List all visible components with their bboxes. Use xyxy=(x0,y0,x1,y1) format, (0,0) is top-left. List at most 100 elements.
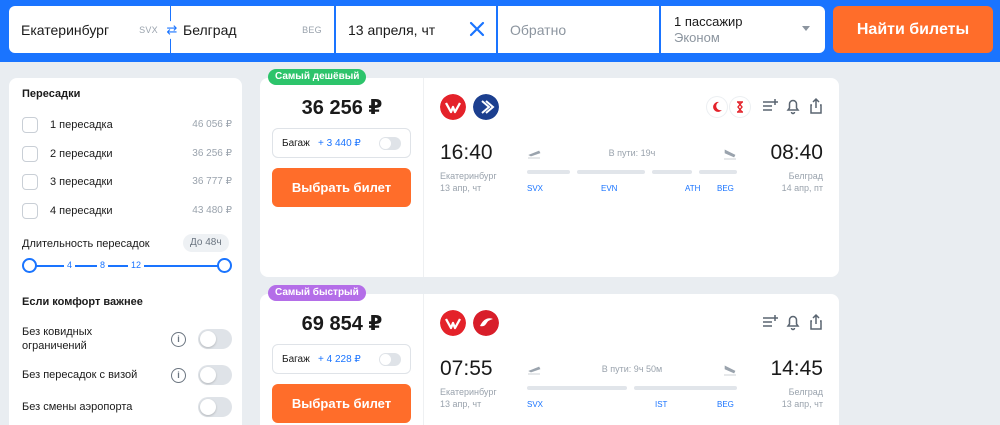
ticket-card[interactable]: Самый дешёвый 36 256 ₽ Багаж + 3 440 ₽ В… xyxy=(260,69,839,277)
info-icon[interactable]: i xyxy=(171,368,186,383)
slider-tick: 4 xyxy=(64,260,76,270)
select-ticket-button[interactable]: Выбрать билет xyxy=(272,168,411,207)
departure-city: Екатеринбург xyxy=(440,171,497,181)
bell-icon[interactable] xyxy=(784,313,802,331)
departure-date-field[interactable]: 13 апреля, чт xyxy=(336,6,496,53)
flight-segment xyxy=(652,170,692,174)
compare-list-icon[interactable] xyxy=(761,313,779,331)
origin-field[interactable]: Екатеринбург SVX xyxy=(9,6,170,53)
arrival-place: Белград 14 апр, пт xyxy=(782,170,823,194)
comfort-title: Если комфорт важнее xyxy=(22,296,143,308)
baggage-label: Багаж xyxy=(282,354,310,365)
stop-filter-1[interactable]: 1 пересадка 46 056 ₽ xyxy=(22,115,232,135)
chevron-down-icon xyxy=(802,26,810,31)
stop-price: 36 256 ₽ xyxy=(192,148,232,159)
cabin-class: Эконом xyxy=(674,30,720,45)
price-column: 69 854 ₽ Багаж + 4 228 ₽ Выбрать билет xyxy=(260,294,424,425)
slider-min-handle[interactable] xyxy=(22,258,37,273)
slider-max-handle[interactable] xyxy=(217,258,232,273)
select-ticket-button[interactable]: Выбрать билет xyxy=(272,384,411,423)
stop-label: 3 пересадки xyxy=(50,176,113,188)
baggage-option[interactable]: Багаж + 4 228 ₽ xyxy=(272,344,411,374)
checkbox[interactable] xyxy=(22,146,38,162)
ticket-price: 69 854 ₽ xyxy=(301,313,383,335)
long-layover-icon xyxy=(730,97,750,117)
checkbox[interactable] xyxy=(22,203,38,219)
turkish-airlines-logo xyxy=(473,310,499,336)
destination-code: BEG xyxy=(302,25,322,35)
stop-filter-3[interactable]: 3 пересадки 36 777 ₽ xyxy=(22,172,232,192)
departure-date: 13 апр, чт xyxy=(440,183,482,193)
flight-segment xyxy=(527,386,627,390)
toggle-switch[interactable] xyxy=(198,365,232,385)
stop-label: 2 пересадки xyxy=(50,148,113,160)
filters-panel: Пересадки 1 пересадка 46 056 ₽ 2 пересад… xyxy=(9,78,242,425)
airline-logo-red xyxy=(440,310,466,336)
baggage-toggle[interactable] xyxy=(379,353,401,366)
airport-code: SVX xyxy=(527,184,544,193)
arrival-place: Белград 13 апр, чт xyxy=(782,386,823,410)
find-tickets-button[interactable]: Найти билеты xyxy=(833,6,993,53)
ticket-card[interactable]: Самый быстрый 69 854 ₽ Багаж + 4 228 ₽ В… xyxy=(260,285,839,425)
slider-tick: 12 xyxy=(128,260,145,270)
stop-price: 36 777 ₽ xyxy=(192,176,232,187)
comfort-filter-airport: Без смены аэропорта xyxy=(22,397,232,419)
arrival-date: 13 апр, чт xyxy=(781,399,823,409)
toggle-switch[interactable] xyxy=(198,397,232,417)
layover-duration-badge: До 48ч xyxy=(183,234,229,252)
slider-track xyxy=(28,265,226,267)
origin-city: Екатеринбург xyxy=(21,22,110,38)
baggage-label: Багаж xyxy=(282,138,310,149)
flight-segment xyxy=(634,386,737,390)
airport-code: ATH xyxy=(685,184,701,193)
passengers-count: 1 пассажир xyxy=(674,14,743,29)
baggage-option[interactable]: Багаж + 3 440 ₽ xyxy=(272,128,411,158)
departure-time: 16:40 xyxy=(440,141,493,164)
airline-logo-red xyxy=(440,94,466,120)
return-date-field[interactable]: Обратно xyxy=(498,6,659,53)
info-icon[interactable]: i xyxy=(171,332,186,347)
landing-icon xyxy=(724,365,736,376)
stop-label: 4 пересадки xyxy=(50,205,113,217)
checkbox[interactable] xyxy=(22,117,38,133)
arrival-time: 08:40 xyxy=(770,141,823,164)
stop-price: 43 480 ₽ xyxy=(192,205,232,216)
baggage-price: + 4 228 ₽ xyxy=(318,354,361,365)
airport-code: IST xyxy=(655,400,668,409)
swap-icon[interactable]: ⇄ xyxy=(163,21,181,39)
departure-date: 13 апр, чт xyxy=(440,399,482,409)
departure-time: 07:55 xyxy=(440,357,493,380)
comfort-label: Без ковидных ограничений xyxy=(22,326,93,352)
airport-code: SVX xyxy=(527,400,544,409)
arrival-city: Белград xyxy=(788,387,823,397)
toggle-switch[interactable] xyxy=(198,329,232,349)
flight-segment xyxy=(577,170,645,174)
checkbox[interactable] xyxy=(22,174,38,190)
stops-title: Пересадки xyxy=(22,88,81,100)
arrival-time: 14:45 xyxy=(770,357,823,380)
share-icon[interactable] xyxy=(807,97,825,115)
airport-code: BEG xyxy=(717,184,734,193)
bell-icon[interactable] xyxy=(784,97,802,115)
return-placeholder: Обратно xyxy=(510,22,567,38)
night-flight-icon xyxy=(707,97,727,117)
stop-price: 46 056 ₽ xyxy=(192,119,232,130)
baggage-toggle[interactable] xyxy=(379,137,401,150)
destination-city: Белград xyxy=(183,22,237,38)
compare-list-icon[interactable] xyxy=(761,97,779,115)
arrival-city: Белград xyxy=(788,171,823,181)
stop-filter-4[interactable]: 4 пересадки 43 480 ₽ xyxy=(22,201,232,221)
baggage-price: + 3 440 ₽ xyxy=(318,138,361,149)
destination-field[interactable]: Белград BEG xyxy=(171,6,334,53)
share-icon[interactable] xyxy=(807,313,825,331)
airport-code: EVN xyxy=(601,184,618,193)
clear-date-icon[interactable] xyxy=(468,20,486,38)
comfort-filter-visa: Без пересадок с визой i xyxy=(22,365,232,387)
airline-logo-blue xyxy=(473,94,499,120)
layover-duration-label: Длительность пересадок xyxy=(22,238,150,250)
stop-filter-2[interactable]: 2 пересадки 36 256 ₽ xyxy=(22,144,232,164)
route-timeline: В пути: 19ч SVX EVN ATH BEG xyxy=(527,141,737,193)
stop-label: 1 пересадка xyxy=(50,119,113,131)
passengers-field[interactable]: 1 пассажир Эконом xyxy=(661,6,825,53)
layover-duration-slider[interactable]: 4 8 12 xyxy=(22,258,232,274)
